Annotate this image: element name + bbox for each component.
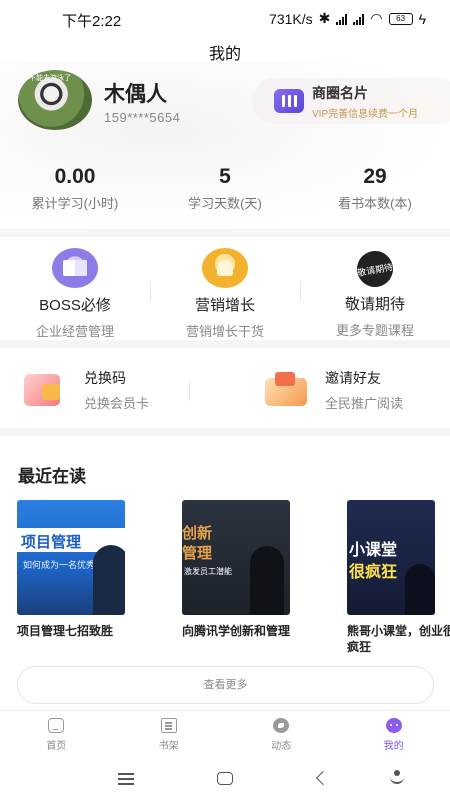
home-button-icon[interactable] — [217, 772, 233, 785]
battery-icon: 63 — [388, 12, 413, 25]
book-cover[interactable]: 小课堂 很疯狂 — [347, 500, 435, 615]
wifi-icon: ◠ — [370, 10, 383, 26]
business-card-subtitle: VIP完善信息续费一个月 — [312, 108, 419, 120]
feature-coming-soon[interactable]: 敬请期待 敬请期待 更多专题课程 — [300, 245, 450, 340]
avatar[interactable]: 你不能去游泳了 — [18, 70, 92, 130]
cover-title: 很疯狂 — [349, 564, 398, 581]
feature-grid: BOSS必修 企业经营管理 营销增长 营销增长干货 敬请期待 敬请期待 更多专题… — [0, 245, 450, 340]
feature-title: 营销增长 — [194, 297, 255, 314]
business-card-icon — [274, 89, 304, 113]
assistant-icon[interactable] — [390, 770, 404, 784]
book-title[interactable]: 向腾讯学创新和管理 — [182, 623, 290, 639]
book-item[interactable]: 项目管理 如何成为一名优秀的 项目管理七招致胜 — [17, 500, 167, 639]
feature-title: BOSS必修 — [39, 297, 111, 314]
tab-label: 首页 — [46, 741, 67, 752]
cover-figure — [93, 545, 125, 615]
feature-subtitle: 更多专题课程 — [335, 323, 414, 338]
coming-soon-icon: 敬请期待 — [354, 248, 396, 290]
section-divider — [0, 340, 450, 348]
stats-row: 0.00 累计学习(小时) 5 学习天数(天) 29 看书本数(本) — [0, 165, 450, 212]
signal-icon — [336, 13, 348, 25]
tab-feed[interactable]: 动态 — [225, 711, 338, 754]
section-title-recent: 最近在读 — [18, 467, 86, 486]
charging-icon: ϟ — [418, 10, 426, 27]
network-speed: 731K/s — [269, 10, 313, 27]
stat-books-read[interactable]: 29 看书本数(本) — [300, 165, 450, 212]
user-name[interactable]: 木偶人 — [104, 78, 167, 108]
book-title[interactable]: 项目管理七招致胜 — [17, 623, 125, 639]
bluetooth-icon: ✱ — [318, 10, 331, 26]
stat-label: 看书本数(本) — [338, 196, 412, 211]
tab-home[interactable]: 首页 — [0, 711, 113, 754]
feature-subtitle: 企业经营管理 — [35, 324, 114, 339]
tab-label: 我的 — [383, 741, 404, 752]
status-bar: 下午2:22 731K/s ✱ ◠ 63 ϟ — [0, 0, 450, 38]
cover-subtitle: 激发员工潜能 — [184, 567, 232, 576]
tool-title: 邀请好友 — [325, 370, 381, 386]
book-cover[interactable]: 项目管理 如何成为一名优秀的 — [17, 500, 125, 615]
cover-subtitle: 如何成为一名优秀的 — [23, 560, 105, 570]
signal-icon — [353, 13, 365, 25]
recent-books-list: 项目管理 如何成为一名优秀的 项目管理七招致胜 创新 管理 激发员工潜能 向腾讯… — [17, 500, 450, 660]
book-item[interactable]: 创新 管理 激发员工潜能 向腾讯学创新和管理 — [182, 500, 332, 639]
page-title: 我的 — [208, 46, 241, 63]
feature-boss-course[interactable]: BOSS必修 企业经营管理 — [0, 245, 150, 340]
system-nav-bar — [0, 758, 450, 800]
status-indicators: 731K/s ✱ ◠ 63 ϟ — [269, 10, 426, 27]
stat-study-hours[interactable]: 0.00 累计学习(小时) — [0, 165, 150, 212]
menu-icon[interactable] — [118, 773, 134, 775]
feed-icon — [273, 718, 290, 733]
stat-value: 5 — [219, 165, 231, 188]
tab-profile[interactable]: 我的 — [338, 711, 450, 754]
bookshelf-icon — [160, 718, 177, 733]
feature-subtitle: 营销增长干货 — [185, 324, 264, 339]
cover-title: 创新 — [182, 525, 213, 542]
tab-label: 动态 — [271, 741, 292, 752]
cover-title: 小课堂 — [349, 542, 398, 559]
tab-bookshelf[interactable]: 书架 — [113, 711, 226, 754]
tools-row: 兑换码 兑换会员卡 邀请好友 全民推广阅读 — [0, 355, 450, 425]
bottom-tab-bar: 首页 书架 动态 我的 — [0, 710, 450, 754]
book-item[interactable]: 小课堂 很疯狂 熊哥小课堂，创业很疯狂 — [347, 500, 450, 655]
section-divider — [0, 229, 450, 237]
section-divider — [0, 428, 450, 436]
stat-label: 累计学习(小时) — [31, 196, 119, 211]
stat-label: 学习天数(天) — [188, 196, 262, 211]
cover-figure — [405, 564, 435, 615]
book-cover[interactable]: 创新 管理 激发员工潜能 — [182, 500, 290, 615]
back-icon[interactable] — [315, 770, 331, 786]
cover-title: 管理 — [182, 545, 213, 562]
business-card-button[interactable]: 商圈名片 VIP完善信息续费一个月 — [252, 78, 450, 124]
tool-subtitle: 兑换会员卡 — [84, 396, 150, 411]
tab-label: 书架 — [158, 741, 179, 752]
home-icon — [48, 718, 65, 733]
invite-friends-icon — [261, 370, 313, 410]
cover-figure — [250, 546, 284, 615]
trophy-icon — [202, 248, 248, 288]
book-title[interactable]: 熊哥小课堂，创业很疯狂 — [347, 623, 450, 655]
user-phone: 159****5654 — [104, 110, 181, 125]
feature-title: 敬请期待 — [344, 296, 405, 313]
feature-marketing-growth[interactable]: 营销增长 营销增长干货 — [150, 245, 300, 340]
avatar-caption: 你不能去游泳了 — [22, 75, 71, 82]
status-time: 下午2:22 — [62, 13, 122, 30]
tool-subtitle: 全民推广阅读 — [325, 396, 404, 411]
invite-friends-button[interactable]: 邀请好友 全民推广阅读 — [189, 355, 450, 425]
stat-study-days[interactable]: 5 学习天数(天) — [150, 165, 300, 212]
book-icon — [52, 248, 98, 288]
redeem-code-button[interactable]: 兑换码 兑换会员卡 — [0, 355, 209, 425]
stat-value: 0.00 — [54, 165, 96, 188]
tool-title: 兑换码 — [84, 370, 126, 386]
business-card-title: 商圈名片 — [312, 84, 368, 101]
view-more-button[interactable]: 查看更多 — [17, 666, 434, 704]
redeem-code-icon — [20, 370, 72, 410]
stat-value: 29 — [363, 165, 387, 188]
profile-icon — [385, 718, 402, 733]
